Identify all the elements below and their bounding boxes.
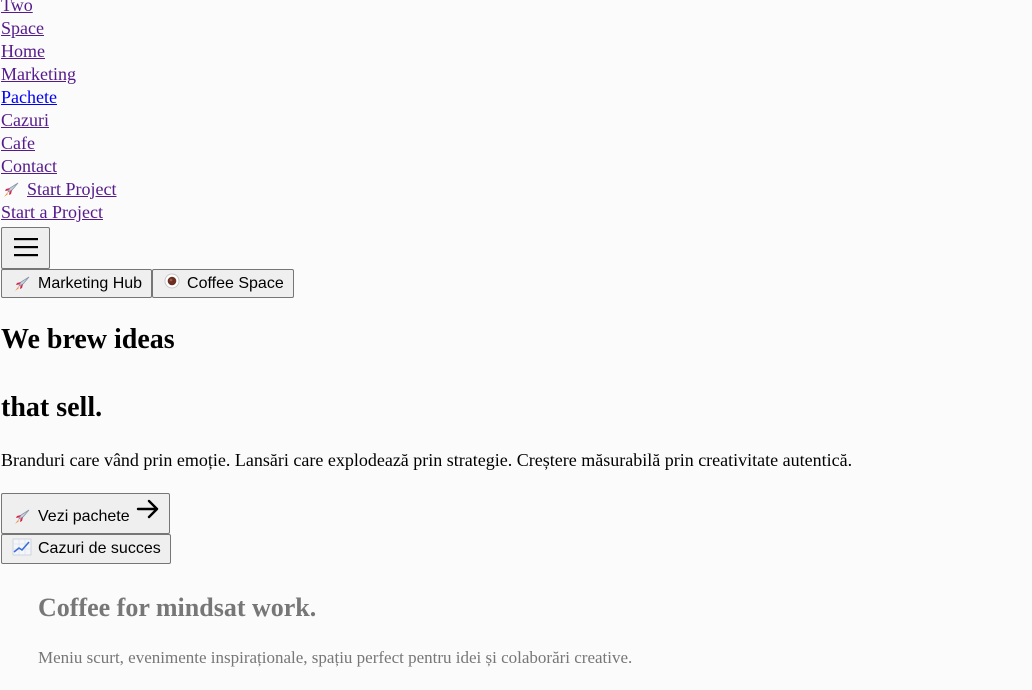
marketing-hub-label: Marketing Hub [38, 274, 143, 292]
view-packages-button[interactable]: Vezi pachete [1, 493, 170, 534]
view-packages-label: Vezi pachete [38, 507, 130, 525]
nav-link-space[interactable]: Space [1, 17, 116, 40]
nav-link-pachete[interactable]: Pachete [1, 86, 116, 109]
rocket-icon [12, 508, 32, 526]
nav-link-two[interactable]: Two [1, 0, 116, 17]
hamburger-menu-icon [13, 236, 39, 261]
coffee-space-button[interactable]: Coffee Space [152, 269, 294, 298]
nav-link-marketing[interactable]: Marketing [1, 63, 116, 86]
nav-link-contact[interactable]: Contact [1, 155, 116, 178]
menu-toggle-button[interactable] [1, 227, 50, 269]
start-a-project-link[interactable]: Start a Project [1, 201, 116, 224]
start-project-link[interactable]: Start Project [1, 178, 116, 201]
top-nav: Two Space Home Marketing Pachete Cazuri … [1, 0, 116, 224]
success-cases-button[interactable]: Cazuri de succes [1, 534, 171, 564]
rocket-icon [12, 275, 32, 293]
hero-title-line2: that sell. [1, 392, 103, 423]
coffee-icon [163, 272, 181, 295]
nav-link-cazuri[interactable]: Cazuri [1, 109, 116, 132]
chart-icon [12, 538, 32, 561]
marketing-hub-button[interactable]: Marketing Hub [1, 269, 153, 298]
hero-subtitle: Branduri care vând prin emoție. Lansări … [1, 450, 853, 470]
rocket-icon [1, 181, 21, 199]
nav-link-cafe[interactable]: Cafe [1, 132, 116, 155]
success-cases-label: Cazuri de succes [38, 540, 161, 557]
coffee-space-label: Coffee Space [187, 274, 284, 292]
start-project-label: Start Project [27, 179, 117, 199]
coffee-section-title: Coffee for mindsat work. [38, 593, 317, 622]
hero-title-line1: We brew ideas [1, 324, 175, 355]
space-switcher: Marketing Hub Coffee Space [1, 269, 294, 298]
page: Two Space Home Marketing Pachete Cazuri … [0, 0, 1032, 690]
arrow-right-icon [136, 498, 160, 525]
nav-link-home[interactable]: Home [1, 40, 116, 63]
coffee-section-subtitle: Meniu scurt, evenimente inspiraționale, … [38, 648, 633, 667]
